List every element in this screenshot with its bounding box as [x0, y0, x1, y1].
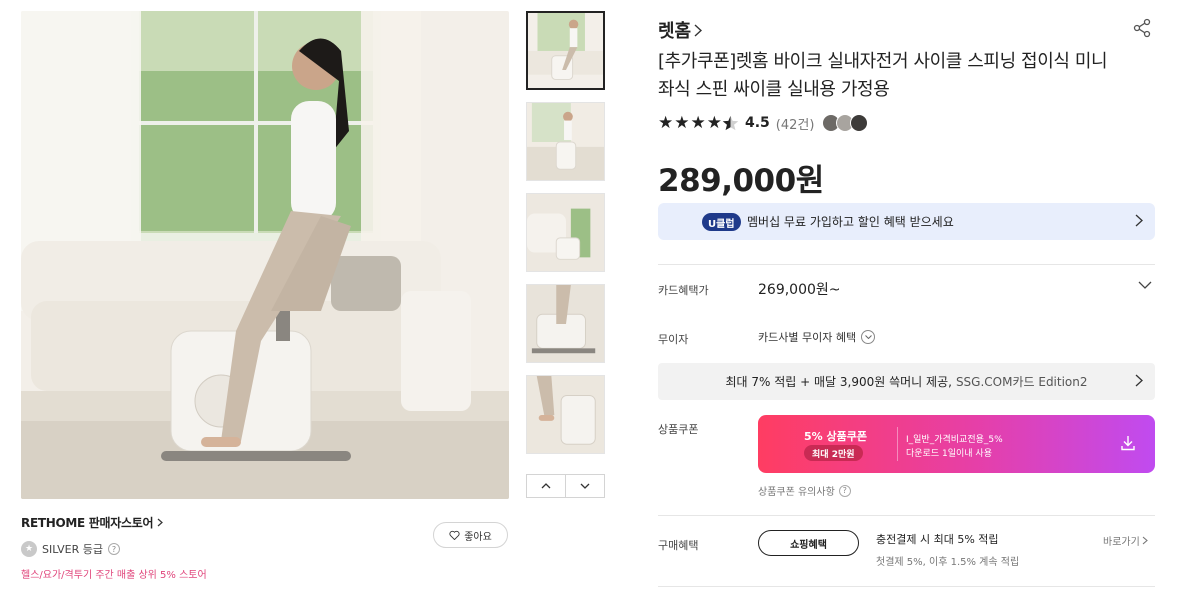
brand-name: 렛홈: [658, 21, 692, 42]
chevron-down-icon: [580, 483, 590, 489]
installment-label: 무이자: [658, 333, 689, 346]
chevron-right-icon: [1135, 374, 1143, 387]
card-benefit-value: 269,000원~: [758, 282, 841, 298]
rating-stars: ★★★★: [658, 113, 723, 133]
divider: [658, 515, 1155, 516]
thumbnail-nav: [526, 474, 605, 498]
chevron-right-icon: [1142, 536, 1148, 545]
uclub-banner[interactable]: U클럽 멤버십 무료 가입하고 할인 혜택 받으세요: [658, 203, 1155, 240]
brand-link[interactable]: 렛홈: [658, 17, 703, 43]
chevron-up-icon: [541, 483, 551, 489]
coupon-download-card[interactable]: 5% 상품쿠폰 최대 2만원 I_일반_가격비교전용_5% 다운로드 1일이내 …: [758, 415, 1155, 473]
card-benefit-label: 카드혜택가: [658, 284, 709, 297]
thumbnail-prev-button[interactable]: [527, 475, 565, 497]
chevron-down-icon[interactable]: [1138, 281, 1152, 289]
help-icon[interactable]: ?: [108, 543, 121, 555]
coupon-desc-2: 다운로드 1일이내 사용: [906, 449, 992, 459]
ssg-card-text: 최대 7% 적립 + 매달 3,900원 쓱머니 제공,: [725, 375, 952, 389]
product-page: RETHOME 판매자스토어 ★ SILVER 등급 ? 헬스/요가/격투기 주…: [0, 0, 1200, 589]
main-product-image[interactable]: [21, 11, 509, 499]
coupon-desc-1: I_일반_가격비교전용_5%: [906, 435, 1003, 445]
thumbnail-5[interactable]: [526, 375, 605, 454]
chevron-right-icon: [694, 23, 703, 37]
chevron-right-icon: [1135, 214, 1143, 227]
coupon-note-text: 상품쿠폰 유의사항: [758, 487, 835, 498]
ssg-card-suffix: SSG.COM카드 Edition2: [955, 375, 1088, 389]
review-count: (42건): [775, 117, 815, 133]
chevron-down-circle-icon: [861, 330, 876, 344]
purchase-benefit-label: 구매혜택: [658, 539, 699, 552]
half-star-icon: [722, 115, 739, 131]
share-icon: [1133, 18, 1151, 38]
store-rank: 헬스/요가/격투기 주간 매출 상위 5% 스토어: [21, 570, 207, 581]
store-name: RETHOME 판매자스토어: [21, 516, 154, 530]
coupon-title: 5% 상품쿠폰: [804, 430, 867, 443]
uclub-badge: U클럽: [702, 213, 741, 231]
coupon-label: 상품쿠폰: [658, 423, 699, 436]
share-button[interactable]: [1132, 18, 1152, 42]
download-icon[interactable]: [1120, 435, 1136, 451]
store-grade-text: SILVER 등급: [42, 543, 104, 556]
installment-value: 카드사별 무이자 혜택: [758, 331, 857, 344]
chevron-right-icon: [157, 518, 164, 527]
divider: [658, 586, 1155, 587]
thumbnail-2[interactable]: [526, 102, 605, 181]
heart-icon: [449, 530, 460, 540]
help-icon: ?: [838, 484, 851, 497]
thumbnail-4[interactable]: [526, 284, 605, 363]
shortcut-link[interactable]: 바로가기: [1103, 533, 1148, 548]
installment-toggle[interactable]: 카드사별 무이자 혜택: [758, 329, 876, 345]
thumbnail-1[interactable]: [526, 11, 605, 90]
thumbnail-list: [526, 11, 605, 466]
benefit-line-1: 충전결제 시 최대 5% 적립: [876, 533, 999, 546]
product-title: [추가쿠폰]렛홈 바이크 실내자전거 사이클 스피닝 접이식 미니 좌식 스핀 …: [658, 51, 1108, 100]
grade-star-icon: ★: [21, 541, 37, 557]
rating-value: 4.5: [744, 115, 770, 131]
uclub-text: 멤버십 무료 가입하고 할인 혜택 받으세요: [747, 215, 954, 229]
divider: [658, 264, 1155, 265]
like-button[interactable]: 좋아요: [433, 522, 508, 548]
thumbnail-next-button[interactable]: [565, 475, 604, 497]
like-label: 좋아요: [464, 531, 492, 543]
review-photo-thumbs: [822, 114, 869, 132]
shopping-benefit-button[interactable]: 쇼핑혜택: [758, 530, 859, 556]
thumbnail-3[interactable]: [526, 193, 605, 272]
coupon-separator: [897, 427, 898, 461]
product-price: 289,000원: [658, 163, 824, 199]
coupon-max-badge: 최대 2만원: [804, 445, 863, 461]
benefit-line-2: 첫결제 5%, 이후 1.5% 계속 적립: [876, 557, 1020, 568]
rating-row[interactable]: ★★★★ 4.5 (42건): [658, 113, 869, 133]
ssg-card-banner[interactable]: 최대 7% 적립 + 매달 3,900원 쓱머니 제공, SSG.COM카드 E…: [658, 363, 1155, 400]
shortcut-text: 바로가기: [1103, 537, 1140, 548]
coupon-note[interactable]: 상품쿠폰 유의사항 ?: [758, 483, 851, 498]
